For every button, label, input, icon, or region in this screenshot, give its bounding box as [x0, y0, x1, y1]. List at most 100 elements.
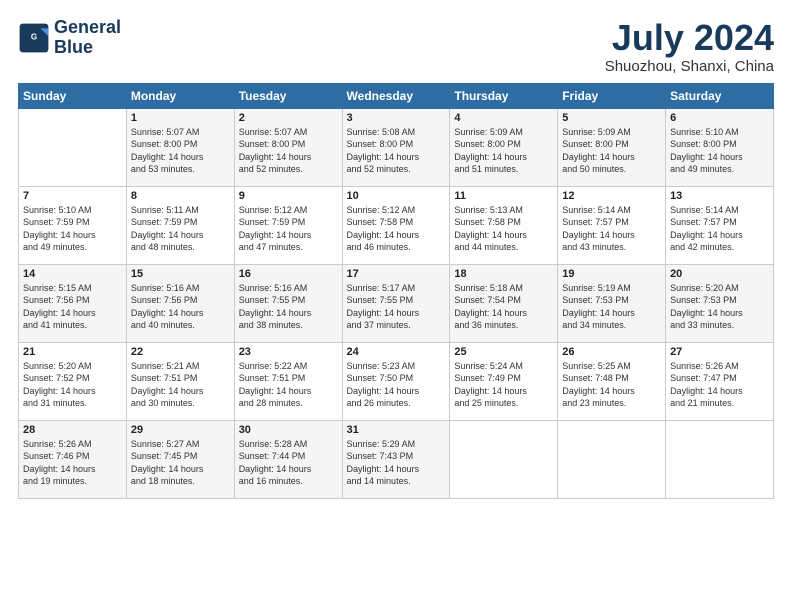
day-info: Sunrise: 5:10 AM Sunset: 8:00 PM Dayligh… [670, 126, 769, 176]
calendar-cell: 16Sunrise: 5:16 AM Sunset: 7:55 PM Dayli… [234, 264, 342, 342]
day-number: 29 [131, 424, 230, 436]
day-number: 27 [670, 346, 769, 358]
day-number: 25 [454, 346, 553, 358]
day-info: Sunrise: 5:12 AM Sunset: 7:58 PM Dayligh… [347, 204, 446, 254]
header-day-sunday: Sunday [19, 83, 127, 108]
calendar-cell: 5 Sunrise: 5:09 AM Sunset: 8:00 PM Daylig… [558, 108, 666, 186]
day-number: 8 [131, 190, 230, 202]
day-number: 1 [131, 112, 230, 124]
day-number: 31 [347, 424, 446, 436]
day-info: Sunrise: 5:11 AM Sunset: 7:59 PM Dayligh… [131, 204, 230, 254]
day-info: Sunrise: 5:27 AM Sunset: 7:45 PM Dayligh… [131, 438, 230, 488]
calendar-cell: 29 Sunrise: 5:27 AM Sunset: 7:45 PM Dayli… [126, 420, 234, 498]
main-title: July 2024 [605, 18, 774, 58]
day-info: Sunrise: 5:29 AM Sunset: 7:43 PM Dayligh… [347, 438, 446, 488]
subtitle: Shuozhou, Shanxi, China [605, 58, 774, 75]
week-row-1: 7 Sunrise: 5:10 AM Sunset: 7:59 PM Daylig… [19, 186, 774, 264]
week-row-4: 28 Sunrise: 5:26 AM Sunset: 7:46 PM Dayli… [19, 420, 774, 498]
day-info: Sunrise: 5:20 AM Sunset: 7:53 PM Dayligh… [670, 282, 769, 332]
day-number: 5 [562, 112, 661, 124]
day-info: Sunrise: 5:26 AM Sunset: 7:46 PM Dayligh… [23, 438, 122, 488]
day-number: 20 [670, 268, 769, 280]
day-number: 26 [562, 346, 661, 358]
logo: G General Blue [18, 18, 121, 58]
day-number: 19 [562, 268, 661, 280]
day-info: Sunrise: 5:14 AM Sunset: 7:57 PM Dayligh… [562, 204, 661, 254]
calendar-cell: 27 Sunrise: 5:26 AM Sunset: 7:47 PM Dayli… [666, 342, 774, 420]
day-number: 23 [239, 346, 338, 358]
day-number: 10 [347, 190, 446, 202]
svg-text:G: G [31, 32, 37, 41]
day-number: 28 [23, 424, 122, 436]
calendar-cell: 13 Sunrise: 5:14 AM Sunset: 7:57 PM Dayli… [666, 186, 774, 264]
calendar-cell: 23 Sunrise: 5:22 AM Sunset: 7:51 PM Dayli… [234, 342, 342, 420]
day-info: Sunrise: 5:15 AM Sunset: 7:56 PM Dayligh… [23, 282, 122, 332]
day-number: 22 [131, 346, 230, 358]
day-number: 7 [23, 190, 122, 202]
calendar-cell [19, 108, 127, 186]
day-number: 16 [239, 268, 338, 280]
day-info: Sunrise: 5:14 AM Sunset: 7:57 PM Dayligh… [670, 204, 769, 254]
day-info: Sunrise: 5:20 AM Sunset: 7:52 PM Dayligh… [23, 360, 122, 410]
calendar-cell: 26 Sunrise: 5:25 AM Sunset: 7:48 PM Dayli… [558, 342, 666, 420]
day-info: Sunrise: 5:25 AM Sunset: 7:48 PM Dayligh… [562, 360, 661, 410]
day-number: 3 [347, 112, 446, 124]
day-info: Sunrise: 5:10 AM Sunset: 7:59 PM Dayligh… [23, 204, 122, 254]
day-number: 13 [670, 190, 769, 202]
calendar-cell: 25 Sunrise: 5:24 AM Sunset: 7:49 PM Dayli… [450, 342, 558, 420]
day-info: Sunrise: 5:16 AM Sunset: 7:56 PM Dayligh… [131, 282, 230, 332]
day-number: 4 [454, 112, 553, 124]
calendar-cell: 30Sunrise: 5:28 AM Sunset: 7:44 PM Dayli… [234, 420, 342, 498]
calendar-cell: 19Sunrise: 5:19 AM Sunset: 7:53 PM Dayli… [558, 264, 666, 342]
day-info: Sunrise: 5:09 AM Sunset: 8:00 PM Dayligh… [454, 126, 553, 176]
calendar-cell: 7 Sunrise: 5:10 AM Sunset: 7:59 PM Daylig… [19, 186, 127, 264]
day-info: Sunrise: 5:12 AM Sunset: 7:59 PM Dayligh… [239, 204, 338, 254]
day-number: 9 [239, 190, 338, 202]
calendar-cell: 21 Sunrise: 5:20 AM Sunset: 7:52 PM Dayli… [19, 342, 127, 420]
day-info: Sunrise: 5:24 AM Sunset: 7:49 PM Dayligh… [454, 360, 553, 410]
day-number: 15 [131, 268, 230, 280]
day-number: 17 [347, 268, 446, 280]
week-row-2: 14Sunrise: 5:15 AM Sunset: 7:56 PM Dayli… [19, 264, 774, 342]
day-info: Sunrise: 5:18 AM Sunset: 7:54 PM Dayligh… [454, 282, 553, 332]
calendar-cell: 20 Sunrise: 5:20 AM Sunset: 7:53 PM Dayli… [666, 264, 774, 342]
day-info: Sunrise: 5:07 AM Sunset: 8:00 PM Dayligh… [239, 126, 338, 176]
calendar-cell [666, 420, 774, 498]
day-info: Sunrise: 5:17 AM Sunset: 7:55 PM Dayligh… [347, 282, 446, 332]
calendar-cell: 4 Sunrise: 5:09 AM Sunset: 8:00 PM Daylig… [450, 108, 558, 186]
header-day-thursday: Thursday [450, 83, 558, 108]
header-day-saturday: Saturday [666, 83, 774, 108]
week-row-0: 1 Sunrise: 5:07 AM Sunset: 8:00 PM Daylig… [19, 108, 774, 186]
header-row: SundayMondayTuesdayWednesdayThursdayFrid… [19, 83, 774, 108]
calendar-cell: 12Sunrise: 5:14 AM Sunset: 7:57 PM Dayli… [558, 186, 666, 264]
logo-icon: G [18, 22, 50, 54]
calendar-cell: 1 Sunrise: 5:07 AM Sunset: 8:00 PM Daylig… [126, 108, 234, 186]
logo-line2: Blue [54, 38, 121, 58]
calendar-table: SundayMondayTuesdayWednesdayThursdayFrid… [18, 83, 774, 499]
calendar-cell: 15 Sunrise: 5:16 AM Sunset: 7:56 PM Dayli… [126, 264, 234, 342]
calendar-cell: 22 Sunrise: 5:21 AM Sunset: 7:51 PM Dayli… [126, 342, 234, 420]
week-row-3: 21 Sunrise: 5:20 AM Sunset: 7:52 PM Dayli… [19, 342, 774, 420]
day-info: Sunrise: 5:07 AM Sunset: 8:00 PM Dayligh… [131, 126, 230, 176]
calendar-cell: 18 Sunrise: 5:18 AM Sunset: 7:54 PM Dayli… [450, 264, 558, 342]
calendar-cell: 2 Sunrise: 5:07 AM Sunset: 8:00 PM Daylig… [234, 108, 342, 186]
day-info: Sunrise: 5:26 AM Sunset: 7:47 PM Dayligh… [670, 360, 769, 410]
day-number: 24 [347, 346, 446, 358]
calendar-cell: 6 Sunrise: 5:10 AM Sunset: 8:00 PM Daylig… [666, 108, 774, 186]
calendar-cell: 14Sunrise: 5:15 AM Sunset: 7:56 PM Dayli… [19, 264, 127, 342]
header-day-tuesday: Tuesday [234, 83, 342, 108]
calendar-cell: 3Sunrise: 5:08 AM Sunset: 8:00 PM Daylig… [342, 108, 450, 186]
day-info: Sunrise: 5:22 AM Sunset: 7:51 PM Dayligh… [239, 360, 338, 410]
calendar-cell: 28 Sunrise: 5:26 AM Sunset: 7:46 PM Dayli… [19, 420, 127, 498]
day-number: 21 [23, 346, 122, 358]
day-info: Sunrise: 5:13 AM Sunset: 7:58 PM Dayligh… [454, 204, 553, 254]
day-number: 18 [454, 268, 553, 280]
page: G General Blue July 2024 Shuozhou, Shanx… [0, 0, 792, 612]
calendar-cell: 11Sunrise: 5:13 AM Sunset: 7:58 PM Dayli… [450, 186, 558, 264]
day-number: 2 [239, 112, 338, 124]
day-info: Sunrise: 5:21 AM Sunset: 7:51 PM Dayligh… [131, 360, 230, 410]
logo-line1: General [54, 18, 121, 38]
day-info: Sunrise: 5:09 AM Sunset: 8:00 PM Dayligh… [562, 126, 661, 176]
day-info: Sunrise: 5:28 AM Sunset: 7:44 PM Dayligh… [239, 438, 338, 488]
day-number: 6 [670, 112, 769, 124]
